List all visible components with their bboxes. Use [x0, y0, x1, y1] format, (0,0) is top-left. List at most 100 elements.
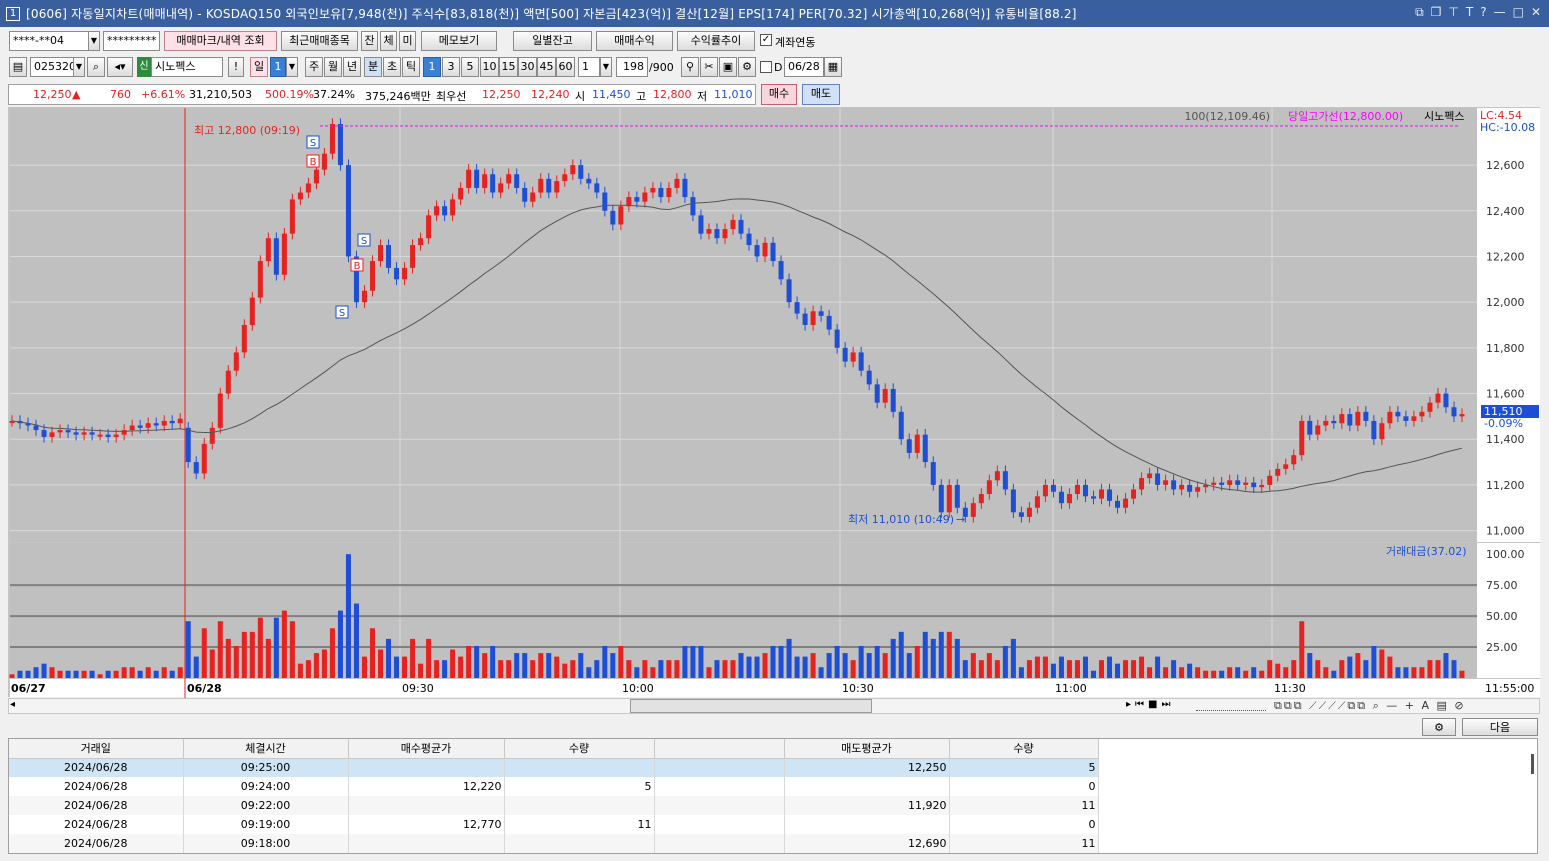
volume-bar — [1074, 660, 1080, 678]
table-cell: 2024/06/28 — [9, 796, 184, 815]
period-second-button[interactable]: 초 — [383, 57, 401, 77]
bar-count-input[interactable]: 198 — [616, 57, 648, 77]
table-row[interactable]: 2024/06/28 09:22:00 11,920 11 — [9, 796, 1099, 815]
candle — [866, 370, 872, 385]
password-input[interactable]: ********* — [103, 31, 160, 51]
gear-icon[interactable]: ⚙ — [738, 57, 756, 77]
minimize-icon[interactable]: — — [1494, 5, 1506, 20]
interval-button[interactable]: 45 — [537, 57, 556, 77]
filled-button[interactable]: 체 — [380, 31, 397, 51]
font-icon[interactable]: T — [1466, 5, 1473, 20]
col-sell-avg[interactable]: 매도평균가 — [784, 739, 950, 759]
price-panel — [10, 108, 1477, 542]
volume-bar — [778, 645, 784, 678]
zoom-slider[interactable] — [1196, 699, 1266, 711]
sound-icon[interactable]: ◂▾ — [107, 57, 133, 77]
volume-bar — [1403, 667, 1409, 678]
alert-button[interactable]: ! — [228, 57, 244, 77]
interval-button[interactable]: 3 — [442, 57, 460, 77]
table-cell — [348, 758, 505, 777]
table-scroll-thumb[interactable] — [1531, 754, 1534, 774]
account-dropdown-icon[interactable]: ▼ — [88, 31, 100, 51]
interval-dropdown-icon[interactable]: ▼ — [600, 57, 612, 77]
table-row[interactable]: 2024/06/28 09:25:00 12,250 5 — [9, 758, 1099, 777]
volume-bar — [1363, 660, 1369, 678]
chart-type-icon[interactable]: ▤ — [9, 57, 27, 77]
day-count-field[interactable]: 1 — [270, 57, 286, 77]
period-day-button[interactable]: 일 — [250, 57, 268, 77]
interval-button[interactable]: 1 — [423, 57, 441, 77]
table-row[interactable]: 2024/06/28 09:18:00 12,690 11 — [9, 834, 1099, 853]
account-input[interactable]: ****-**04 — [9, 31, 89, 51]
profit-trend-button[interactable]: 수익률추이 — [677, 31, 755, 51]
period-tick-button[interactable]: 틱 — [402, 57, 420, 77]
vol-tick-label: 100.00 — [1486, 548, 1525, 561]
interval-count-input[interactable]: 1 — [578, 57, 600, 77]
col-fill-time[interactable]: 체결시간 — [183, 739, 349, 759]
buy-button[interactable]: 매수 — [761, 84, 797, 105]
interval-button[interactable]: 15 — [499, 57, 518, 77]
table-row[interactable]: 2024/06/28 09:24:00 12,220 5 0 — [9, 777, 1099, 796]
close-icon[interactable]: ✕ — [1531, 5, 1541, 20]
code-dropdown-icon[interactable]: ▼ — [73, 57, 85, 77]
interval-button[interactable]: 5 — [461, 57, 479, 77]
table-row[interactable]: 2024/06/28 09:19:00 12,770 11 0 — [9, 815, 1099, 834]
next-button[interactable]: 다음 — [1462, 718, 1538, 736]
unfilled-button[interactable]: 미 — [399, 31, 416, 51]
mark-query-button[interactable]: 매매마크/내역 조회 — [164, 31, 277, 51]
balance-button[interactable]: 잔 — [361, 31, 378, 51]
candle — [722, 229, 728, 239]
col-buy-qty[interactable]: 수량 — [504, 739, 655, 759]
date-input[interactable]: 06/28 — [784, 57, 824, 77]
interval-button[interactable]: 30 — [518, 57, 537, 77]
settings-gear-icon[interactable]: ⚙ — [1422, 718, 1456, 736]
table-cell: 09:25:00 — [183, 758, 349, 777]
col-sell-qty[interactable]: 수량 — [949, 739, 1099, 759]
candle — [1459, 414, 1465, 417]
search-icon[interactable]: ⌕ — [87, 57, 105, 77]
col-buy-avg[interactable]: 매수평균가 — [348, 739, 505, 759]
scroll-left-icon[interactable]: ◂ — [10, 699, 15, 710]
daily-balance-button[interactable]: 일별잔고 — [513, 31, 592, 51]
calendar-icon[interactable]: ▦ — [824, 57, 842, 77]
period-minute-button[interactable]: 분 — [364, 57, 382, 77]
col-blank — [654, 739, 785, 759]
tool-icon[interactable]: ✂ — [700, 57, 718, 77]
period-year-button[interactable]: 년 — [343, 57, 361, 77]
high-label: 고 — [636, 90, 647, 103]
price-axis — [1477, 108, 1540, 542]
indicator-icon[interactable]: ⚲ — [681, 57, 699, 77]
save-icon[interactable]: ▣ — [719, 57, 737, 77]
stock-code-input[interactable]: 025320 — [30, 57, 74, 77]
stock-name-field[interactable]: 시노펙스 — [151, 57, 223, 77]
candle — [337, 123, 343, 166]
maximize-icon[interactable]: □ — [1513, 5, 1524, 20]
candle — [1315, 425, 1321, 435]
drawing-tools-icon[interactable]: ⧉⧉⧉ ⟋⟋⟋⟋⧉⧉ ⌕ — + A ▤ ⊘ — [1274, 699, 1466, 713]
volume-bar — [818, 667, 824, 678]
candle — [1259, 484, 1265, 488]
scroll-thumb[interactable] — [630, 699, 872, 713]
trade-profit-button[interactable]: 매매수익 — [596, 31, 673, 51]
memo-button[interactable]: 메모보기 — [421, 31, 497, 51]
day-dropdown-icon[interactable]: ▼ — [286, 57, 298, 77]
interval-button[interactable]: 10 — [480, 57, 499, 77]
period-week-button[interactable]: 주 — [305, 57, 323, 77]
help-icon[interactable]: ? — [1480, 5, 1486, 20]
account-link-checkbox[interactable]: ✓ — [760, 34, 772, 46]
low-price: 11,010 — [714, 88, 753, 101]
volume-bar — [922, 631, 928, 678]
volume-bar — [698, 645, 704, 678]
pin-icon[interactable]: ⊤ — [1448, 5, 1458, 20]
recent-trades-button[interactable]: 최근매매종목 — [281, 31, 358, 51]
date-checkbox[interactable] — [760, 61, 772, 73]
link-icon[interactable]: ⧉ — [1415, 5, 1424, 20]
chart-svg[interactable]: 12,600 12,400 12,200 12,000 11,800 11,600 11,4… — [0, 106, 1549, 718]
copy-icon[interactable]: ❐ — [1431, 5, 1442, 20]
col-trade-date[interactable]: 거래일 — [9, 739, 184, 759]
period-month-button[interactable]: 월 — [324, 57, 342, 77]
interval-button[interactable]: 60 — [556, 57, 575, 77]
sell-button[interactable]: 매도 — [802, 84, 840, 105]
playback-controls[interactable]: ▸⏮■⏭ — [1126, 699, 1174, 710]
volume-bar — [201, 628, 207, 678]
